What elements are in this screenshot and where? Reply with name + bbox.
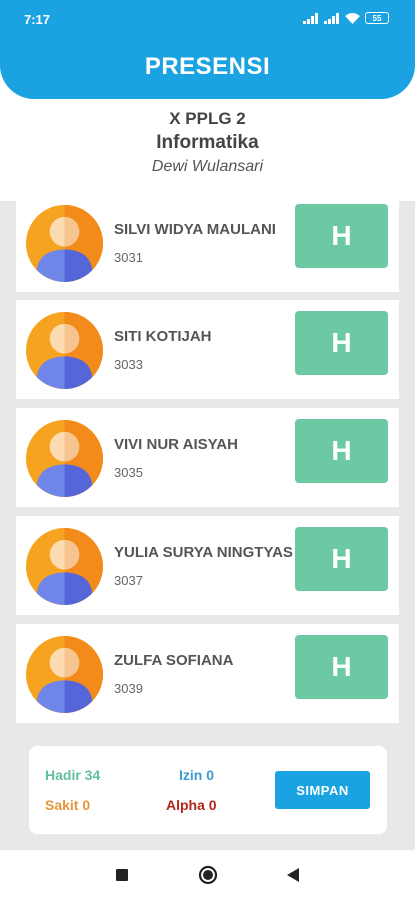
avatar-icon: [26, 636, 103, 713]
student-name: ZULFA SOFIANA: [114, 652, 234, 669]
student-id: 3039: [114, 681, 143, 696]
student-name: YULIA SURYA NINGTYAS: [114, 544, 293, 561]
student-card: SITI KOTIJAH 3033 H: [16, 300, 399, 399]
hadir-count: Hadir 34: [45, 767, 101, 783]
system-nav-bar: [0, 850, 415, 900]
avatar-icon: [26, 420, 103, 497]
attendance-status-button[interactable]: H: [295, 419, 388, 483]
student-card: ZULFA SOFIANA 3039 H: [16, 624, 399, 723]
class-name: X PPLG 2: [169, 109, 246, 128]
battery-level: 55: [372, 13, 382, 23]
attendance-status-button[interactable]: H: [295, 635, 388, 699]
back-triangle-icon[interactable]: [282, 864, 304, 886]
subject-name: Informatika: [156, 132, 259, 153]
status-bar: 7:17 55: [0, 0, 415, 36]
class-info: X PPLG 2 Informatika Dewi Wulansari: [0, 108, 415, 178]
student-list-area[interactable]: SILVI WIDYA MAULANI 3031 H SITI KOTIJAH …: [0, 201, 415, 850]
alpha-count: Alpha 0: [166, 797, 217, 813]
student-card: VIVI NUR AISYAH 3035 H: [16, 408, 399, 507]
avatar-icon: [26, 205, 103, 282]
attendance-status-button[interactable]: H: [295, 527, 388, 591]
student-card: SILVI WIDYA MAULANI 3031 H: [16, 201, 399, 292]
avatar-icon: [26, 312, 103, 389]
student-name: SILVI WIDYA MAULANI: [114, 221, 276, 238]
signal-icon: [303, 12, 318, 24]
student-name: VIVI NUR AISYAH: [114, 436, 238, 453]
attendance-summary: Hadir 34 Izin 0 Sakit 0 Alpha 0 SIMPAN: [29, 746, 387, 834]
recents-square-icon[interactable]: [111, 864, 133, 886]
teacher-name: Dewi Wulansari: [151, 158, 264, 175]
avatar-icon: [26, 528, 103, 605]
app-header: 7:17 55 PRESENSI: [0, 0, 415, 99]
signal-2-icon: [324, 12, 339, 24]
wifi-icon: [345, 12, 360, 24]
home-circle-icon[interactable]: [197, 864, 219, 886]
student-card: YULIA SURYA NINGTYAS 3037 H: [16, 516, 399, 615]
status-icons: 55: [303, 12, 389, 24]
attendance-status-button[interactable]: H: [295, 311, 388, 375]
student-name: SITI KOTIJAH: [114, 328, 212, 345]
attendance-status-button[interactable]: H: [295, 204, 388, 268]
izin-count: Izin 0: [179, 767, 215, 783]
page-title: PRESENSI: [144, 53, 271, 80]
student-id: 3035: [114, 465, 143, 480]
status-time: 7:17: [24, 12, 51, 27]
student-id: 3033: [114, 357, 143, 372]
student-id: 3031: [114, 250, 143, 265]
sakit-count: Sakit 0: [45, 797, 91, 813]
battery-icon: 55: [365, 12, 389, 24]
save-button[interactable]: SIMPAN: [275, 771, 370, 809]
student-id: 3037: [114, 573, 143, 588]
